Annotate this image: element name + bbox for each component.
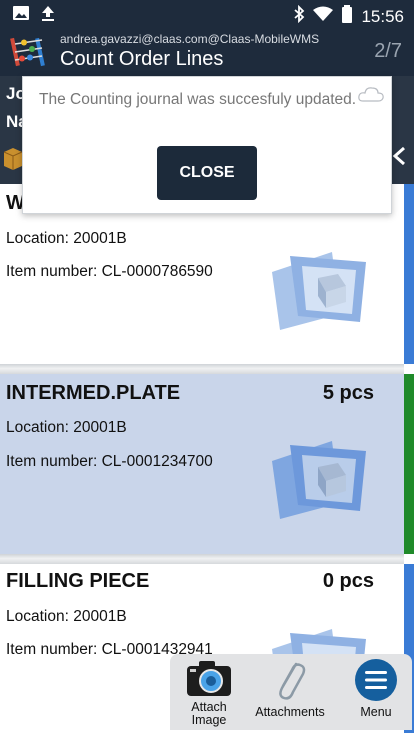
placeholder-image-icon — [272, 252, 366, 330]
page-title: Count Order Lines — [60, 48, 224, 70]
status-bar: 15:56 — [0, 0, 414, 30]
battery-icon — [341, 5, 353, 28]
bluetooth-icon — [293, 4, 305, 28]
item-name: INTERMED.PLATE — [6, 382, 181, 404]
item-location: Location: 20001B — [6, 230, 127, 247]
item-number: Item number: CL-0000786590 — [6, 263, 213, 280]
image-notification-icon — [12, 4, 30, 27]
cloud-icon — [358, 87, 384, 102]
attach-image-label: Attach Image — [191, 700, 227, 727]
camera-icon — [187, 661, 231, 696]
menu-label: Menu — [360, 705, 392, 719]
card-divider — [0, 554, 404, 564]
notification-dialog: The Counting journal was succesfuly upda… — [22, 76, 392, 214]
clock-time: 15:56 — [361, 6, 404, 26]
card-divider — [0, 364, 404, 374]
wifi-icon — [313, 6, 334, 27]
app-bar: andrea.gavazzi@claas.com@Claas-MobileWMS… — [0, 30, 414, 76]
attach-image-button[interactable]: Attach Image — [178, 658, 240, 727]
item-quantity: 0 pcs — [322, 570, 374, 592]
back-arrow-icon[interactable] — [392, 146, 406, 166]
dialog-message: The Counting journal was succesfuly upda… — [39, 91, 357, 108]
status-stripe — [404, 374, 414, 554]
menu-button[interactable]: Menu — [348, 658, 404, 719]
close-button[interactable]: CLOSE — [157, 146, 257, 200]
box-icon — [2, 144, 24, 177]
hamburger-menu-icon — [355, 659, 397, 701]
page-counter: 2/7 — [374, 40, 402, 62]
attachments-button[interactable]: Attachments — [254, 658, 326, 719]
item-location: Location: 20001B — [6, 419, 127, 436]
status-stripe — [404, 184, 414, 364]
item-number: Item number: CL-0001234700 — [6, 453, 213, 470]
placeholder-image-icon — [272, 441, 366, 519]
order-line-card-selected[interactable]: INTERMED.PLATE 5 pcs Location: 20001B It… — [0, 374, 414, 554]
item-quantity: 5 pcs — [322, 382, 374, 404]
item-location: Location: 20001B — [6, 608, 127, 625]
bottom-action-bar: Attach Image Attachments Menu — [170, 654, 412, 730]
upload-notification-icon — [40, 4, 56, 27]
attachments-label: Attachments — [255, 705, 325, 719]
paperclip-icon — [279, 662, 306, 700]
user-account: andrea.gavazzi@claas.com@Claas-MobileWMS — [60, 32, 320, 46]
item-name: FILLING PIECE — [6, 570, 150, 592]
abacus-logo-icon[interactable] — [10, 34, 46, 70]
